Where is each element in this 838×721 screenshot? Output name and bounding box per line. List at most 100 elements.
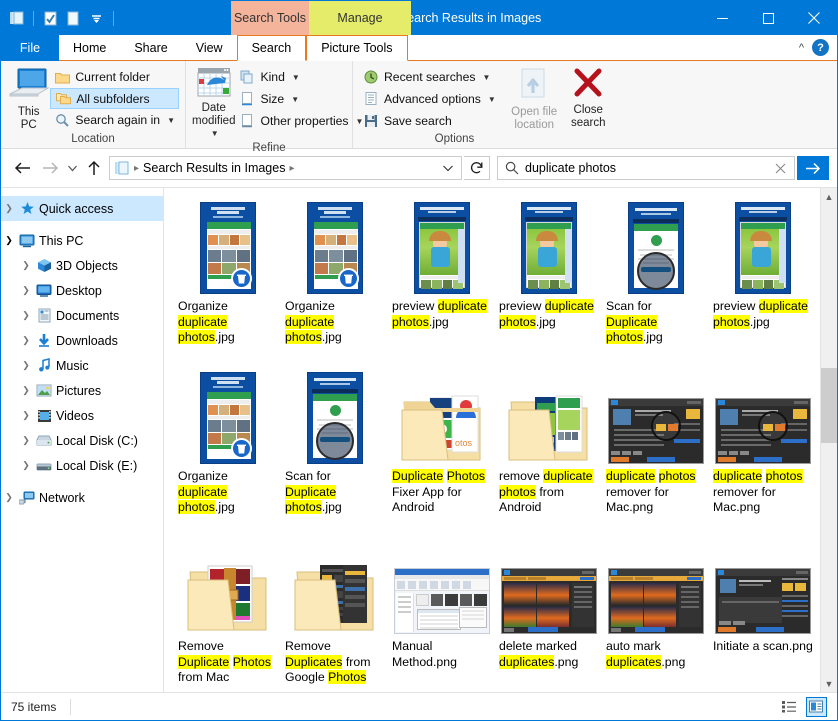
file-item[interactable]: Remove Duplicate Photos from Mac <box>176 528 283 692</box>
scroll-up-icon[interactable]: ▲ <box>821 188 837 205</box>
sidebar-item-downloads[interactable]: ❯ Downloads <box>1 328 163 353</box>
clear-icon[interactable] <box>775 163 790 174</box>
chevron-down-icon[interactable]: ❯ <box>1 235 17 246</box>
file-item[interactable]: preview duplicate photos.jpg <box>497 188 604 358</box>
maximize-button[interactable] <box>745 1 791 35</box>
search-again-in-button[interactable]: Search again in ▼ <box>50 109 179 131</box>
size-button[interactable]: Size ▼ <box>235 88 367 110</box>
sidebar-item-desktop[interactable]: ❯ Desktop <box>1 278 163 303</box>
file-item[interactable]: duplicate photos remover for Mac.png <box>604 358 711 528</box>
chevron-down-icon[interactable] <box>443 165 457 172</box>
file-item[interactable]: Initiate a scan.png <box>711 528 818 692</box>
chevron-right-icon[interactable]: ❯ <box>18 360 34 371</box>
sidebar-item-local-disk-e[interactable]: ❯ Local Disk (E:) <box>1 453 163 478</box>
subfolders-icon <box>55 91 71 107</box>
help-icon[interactable]: ? <box>812 39 829 56</box>
sidebar-item-pictures[interactable]: ❯ Pictures <box>1 378 163 403</box>
breadcrumb-bar[interactable]: ▸ Search Results in Images ▸ <box>109 156 462 180</box>
back-button[interactable] <box>9 155 35 181</box>
save-search-button[interactable]: Save search <box>359 110 500 132</box>
other-properties-icon <box>239 113 255 129</box>
search-box[interactable]: duplicate photos <box>497 156 795 180</box>
collapse-ribbon-icon[interactable]: ^ <box>799 42 804 54</box>
file-item[interactable]: Organize duplicate photos.jpg <box>176 358 283 528</box>
this-pc-button[interactable]: This PC <box>7 65 50 131</box>
sidebar-item-local-disk-c[interactable]: ❯ Local Disk (C:) <box>1 428 163 453</box>
go-button[interactable] <box>797 156 829 180</box>
vertical-scrollbar[interactable]: ▲ ▼ <box>820 188 837 692</box>
contextual-tab-search-tools[interactable]: Search Tools <box>231 1 309 35</box>
file-item[interactable]: delete marked duplicates.png <box>497 528 604 692</box>
file-item[interactable]: preview duplicate photos.jpg <box>711 188 818 358</box>
chevron-right-icon[interactable]: ❯ <box>18 310 34 321</box>
file-name: remove duplicate photos from Android <box>499 469 599 516</box>
contextual-tab-manage[interactable]: Manage <box>309 1 411 35</box>
breadcrumb-item-0[interactable]: Search Results in Images <box>143 161 285 175</box>
this-pc-icon <box>17 234 37 248</box>
refresh-button[interactable] <box>464 156 490 180</box>
chevron-right-icon[interactable]: ❯ <box>1 492 17 503</box>
chevron-right-icon[interactable]: ❯ <box>18 260 34 271</box>
chevron-right-icon[interactable]: ❯ <box>18 285 34 296</box>
chevron-right-icon[interactable]: ❯ <box>18 460 34 471</box>
file-list-pane[interactable]: software.png <box>164 188 837 692</box>
chevron-down-icon[interactable]: ▼ <box>291 95 299 104</box>
file-item[interactable]: Organize duplicate photos.jpg <box>283 188 390 358</box>
close-search-button[interactable]: Close search <box>567 65 610 129</box>
file-item[interactable]: preview duplicate photos.jpg <box>390 188 497 358</box>
tab-picture-tools[interactable]: Picture Tools <box>306 35 408 61</box>
sidebar-item-music[interactable]: ❯ Music <box>1 353 163 378</box>
forward-button[interactable] <box>37 155 63 181</box>
tab-search[interactable]: Search <box>236 35 307 61</box>
tab-view[interactable]: View <box>182 35 237 61</box>
chevron-down-icon[interactable]: ▼ <box>292 73 300 82</box>
breadcrumb-separator-2[interactable]: ▸ <box>289 163 294 174</box>
search-input[interactable]: duplicate photos <box>525 161 769 175</box>
details-view-button[interactable] <box>779 697 800 717</box>
file-item[interactable]: remove duplicate photos from Android <box>497 358 604 528</box>
sidebar-item-3d-objects[interactable]: ❯ 3D Objects <box>1 253 163 278</box>
all-subfolders-button[interactable]: All subfolders <box>50 88 179 109</box>
tab-home[interactable]: Home <box>59 35 120 61</box>
chevron-right-icon[interactable]: ❯ <box>1 203 17 214</box>
chevron-down-icon[interactable]: ▼ <box>488 95 496 104</box>
recent-searches-button[interactable]: Recent searches ▼ <box>359 66 500 88</box>
minimize-button[interactable] <box>699 1 745 35</box>
scroll-down-icon[interactable]: ▼ <box>821 675 837 692</box>
tab-share[interactable]: Share <box>120 35 181 61</box>
large-icons-view-button[interactable] <box>806 696 827 717</box>
recent-locations-button[interactable] <box>65 155 79 181</box>
sidebar-item-network[interactable]: ❯ Network <box>1 485 163 510</box>
sidebar-item-documents[interactable]: ❯ Documents <box>1 303 163 328</box>
file-item[interactable]: Remove Duplicates from Google Photos <box>283 528 390 692</box>
chevron-down-icon[interactable]: ▼ <box>482 73 490 82</box>
up-button[interactable] <box>81 155 107 181</box>
tab-file[interactable]: File <box>1 35 59 61</box>
file-item[interactable]: Organize duplicate photos.jpg <box>176 188 283 358</box>
kind-button[interactable]: Kind ▼ <box>235 66 367 88</box>
sidebar-item-videos[interactable]: ❯ Videos <box>1 403 163 428</box>
navigation-pane[interactable]: ❯ Quick access ❯ This PC ❯ 3D Objects ❯ … <box>1 188 164 692</box>
sidebar-item-this-pc[interactable]: ❯ This PC <box>1 228 163 253</box>
current-folder-button[interactable]: Current folder <box>50 66 179 88</box>
search-highlight: photos <box>658 469 696 483</box>
sidebar-item-quick-access[interactable]: ❯ Quick access <box>1 196 163 221</box>
other-properties-button[interactable]: Other properties ▼ <box>235 110 367 132</box>
chevron-right-icon[interactable]: ❯ <box>18 410 34 421</box>
chevron-right-icon[interactable]: ❯ <box>18 385 34 396</box>
file-item[interactable]: Scan for Duplicate photos.jpg <box>604 188 711 358</box>
advanced-options-button[interactable]: Advanced options ▼ <box>359 88 500 110</box>
scrollbar-thumb[interactable] <box>821 368 837 443</box>
close-search-label-line2: search <box>570 116 606 129</box>
chevron-right-icon[interactable]: ❯ <box>18 435 34 446</box>
file-item[interactable]: Scan for Duplicate photos.jpg <box>283 358 390 528</box>
chevron-right-icon[interactable]: ❯ <box>18 335 34 346</box>
file-item[interactable]: auto mark duplicates.png <box>604 528 711 692</box>
open-file-location-button[interactable]: Open file location <box>510 65 559 131</box>
file-item[interactable]: duplicate photos remover for Mac.png <box>711 358 818 528</box>
chevron-down-icon[interactable]: ▼ <box>167 116 175 125</box>
file-item[interactable]: otos Duplicate Photos Fixer App for Andr… <box>390 358 497 528</box>
date-modified-button[interactable]: Date modified ▼ <box>192 65 235 141</box>
close-button[interactable] <box>791 1 837 35</box>
file-item[interactable]: Manual Method.png <box>390 528 497 692</box>
